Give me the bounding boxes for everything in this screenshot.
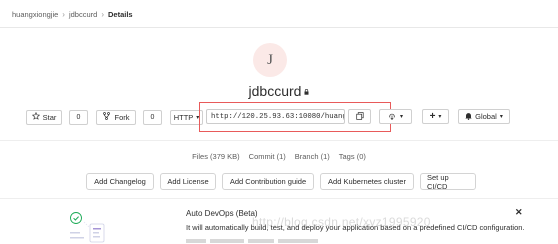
fork-label: Fork <box>114 112 130 122</box>
fork-button[interactable]: Fork <box>96 109 136 125</box>
breadcrumb-current: Details <box>108 10 133 19</box>
chevron-right-icon: › <box>62 10 65 19</box>
header-divider <box>0 27 558 28</box>
clone-url-highlight <box>199 102 391 132</box>
tags-link[interactable]: Tags (0) <box>339 152 366 161</box>
protocol-label: HTTP <box>173 112 194 122</box>
add-kubernetes-cluster-button[interactable]: Add Kubernetes cluster <box>320 173 414 190</box>
quick-actions: Add Changelog Add License Add Contributi… <box>0 173 558 191</box>
autodevops-illustration-icon <box>64 208 108 244</box>
add-license-button[interactable]: Add License <box>160 173 216 190</box>
caret-down-icon: ▾ <box>499 114 503 120</box>
breadcrumb: huangxiongjie › jdbccurd › Details <box>12 10 133 19</box>
star-count[interactable]: 0 <box>69 109 88 125</box>
breadcrumb-project-link[interactable]: jdbccurd <box>69 10 97 19</box>
files-link[interactable]: Files (379 KB) <box>192 152 240 161</box>
project-actions: Star 0 Fork 0 HTTP ▾ <box>26 109 203 125</box>
add-contribution-guide-button[interactable]: Add Contribution guide <box>222 173 314 190</box>
notification-label: Global <box>475 112 497 121</box>
breadcrumb-user-link[interactable]: huangxiongjie <box>12 10 58 19</box>
close-icon[interactable]: ✕ <box>515 207 523 218</box>
notification-dropdown[interactable]: Global ▾ <box>458 109 510 124</box>
autodevops-description: It will automatically build, test, and d… <box>186 223 525 232</box>
add-dropdown[interactable]: + ▾ <box>422 109 449 124</box>
fork-count[interactable]: 0 <box>143 109 162 125</box>
project-name: jdbccurd <box>248 83 302 99</box>
star-label: Star <box>42 112 57 122</box>
plus-icon: + <box>429 110 436 122</box>
add-changelog-button[interactable]: Add Changelog <box>86 173 154 190</box>
section-divider <box>0 140 558 141</box>
star-icon <box>31 111 40 122</box>
commits-link[interactable]: Commit (1) <box>249 152 286 161</box>
project-avatar: J <box>253 43 287 77</box>
project-title: jdbccurd <box>0 82 558 99</box>
branches-link[interactable]: Branch (1) <box>295 152 330 161</box>
caret-down-icon: ▾ <box>399 114 403 120</box>
lock-icon <box>304 82 309 95</box>
download-icon <box>388 112 396 122</box>
bell-icon <box>465 112 472 122</box>
fork-icon <box>102 112 110 122</box>
download-dropdown[interactable]: ▾ <box>379 109 412 124</box>
setup-cicd-button[interactable]: Set up CI/CD <box>420 173 476 191</box>
star-button[interactable]: Star <box>26 109 62 125</box>
chevron-right-icon: › <box>101 10 104 19</box>
avatar-letter: J <box>267 51 273 68</box>
autodevops-title: Auto DevOps (Beta) <box>186 209 258 218</box>
section-divider <box>0 198 558 199</box>
caret-down-icon: ▾ <box>438 114 442 120</box>
autodevops-more-text <box>186 237 326 243</box>
repo-stats: Files (379 KB) Commit (1) Branch (1) Tag… <box>0 152 558 161</box>
